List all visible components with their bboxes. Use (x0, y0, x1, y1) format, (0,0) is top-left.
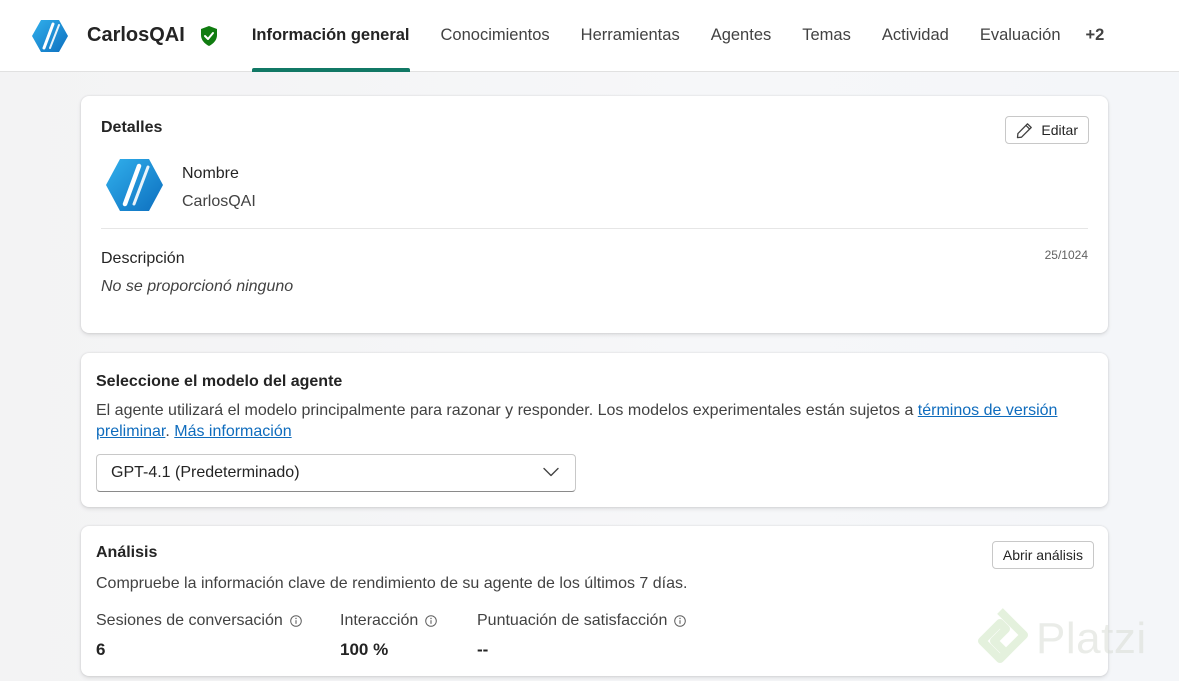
edit-button-label: Editar (1041, 122, 1078, 138)
description-char-counter: 25/1024 (1044, 248, 1088, 262)
edit-button[interactable]: Editar (1005, 116, 1089, 144)
details-card: Detalles Editar Nombre CarlosQAI Descrip… (81, 96, 1108, 333)
model-dropdown-value: GPT-4.1 (Predeterminado) (111, 464, 300, 481)
open-analysis-label: Abrir análisis (1002, 547, 1083, 563)
name-value: CarlosQAI (182, 193, 256, 210)
tab-evaluacion[interactable]: Evaluación (980, 0, 1061, 72)
model-description-sep: . (165, 423, 175, 440)
verified-shield-icon (200, 25, 217, 46)
tab-agentes[interactable]: Agentes (711, 0, 772, 72)
tab-overflow-more[interactable]: +2 (1086, 0, 1105, 72)
details-title: Detalles (101, 119, 163, 136)
tab-actividad[interactable]: Actividad (882, 0, 949, 72)
agent-logo-icon (32, 19, 68, 52)
model-dropdown[interactable]: GPT-4.1 (Predeterminado) (96, 454, 576, 492)
model-title: Seleccione el modelo del agente (96, 373, 343, 390)
tab-herramientas[interactable]: Herramientas (581, 0, 680, 72)
top-navigation-bar: CarlosQAI Información general Conocimien… (0, 0, 1179, 72)
metric-value-sessions: 6 (96, 640, 106, 659)
analysis-title: Análisis (96, 544, 158, 561)
metric-value-interaction: 100 % (340, 640, 389, 659)
model-description: El agente utilizará el modelo principalm… (96, 400, 1086, 442)
description-label: Descripción (101, 250, 185, 267)
info-icon[interactable] (674, 615, 687, 627)
agent-avatar-icon (106, 159, 163, 211)
open-analysis-button[interactable]: Abrir análisis (991, 541, 1094, 569)
metric-label-interaction: Interacción (340, 612, 438, 630)
more-info-link[interactable]: Más información (174, 423, 291, 440)
section-tabs: Información general Conocimientos Herram… (251, 0, 1136, 72)
name-label: Nombre (182, 165, 239, 182)
model-description-text: El agente utilizará el modelo principalm… (96, 402, 918, 419)
analysis-description: Compruebe la información clave de rendim… (96, 575, 688, 592)
metric-label-satisfaction: Puntuación de satisfacción (477, 612, 687, 630)
agent-name-title: CarlosQAI (87, 24, 185, 46)
tab-conocimientos[interactable]: Conocimientos (441, 0, 550, 72)
analysis-card: Análisis Abrir análisis Compruebe la inf… (81, 526, 1108, 676)
details-divider (101, 228, 1088, 229)
agent-brand: CarlosQAI (32, 0, 218, 72)
model-selection-card: Seleccione el modelo del agente El agent… (81, 353, 1108, 507)
metric-value-satisfaction: -- (477, 640, 489, 659)
tab-informacion-general[interactable]: Información general (251, 0, 410, 72)
description-value: No se proporcionó ninguno (101, 278, 294, 295)
tab-temas[interactable]: Temas (802, 0, 851, 72)
pencil-icon (1017, 122, 1033, 138)
info-icon[interactable] (289, 615, 302, 627)
info-icon[interactable] (425, 615, 438, 627)
metric-label-sessions: Sesiones de conversación (96, 612, 302, 630)
chevron-down-icon (543, 467, 559, 477)
